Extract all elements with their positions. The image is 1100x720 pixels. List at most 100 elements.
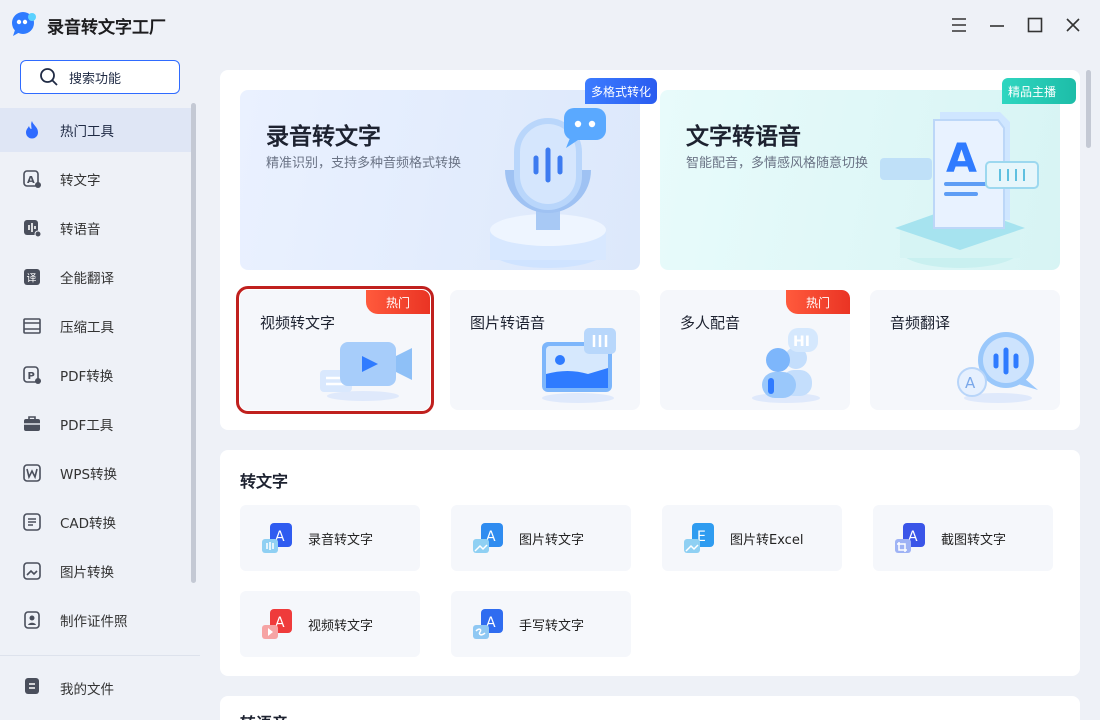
tool-image-to-text[interactable]: A 图片转文字 [451, 505, 631, 571]
svg-text:HI: HI [793, 334, 810, 350]
tool-label: 图片转Excel [730, 532, 804, 548]
sidebar-item-to-voice[interactable]: 转语音 [0, 206, 192, 250]
sidebar-item-label: PDF工具 [60, 418, 114, 434]
sidebar-item-label: CAD转换 [60, 516, 117, 532]
to-voice-section: 转语音 [220, 696, 1080, 720]
hero-subtitle: 智能配音，多情感风格随意切换 [686, 156, 869, 171]
app-title: 录音转文字工厂 [47, 18, 166, 38]
tool-label: 截图转文字 [941, 532, 1007, 548]
menu-icon[interactable] [946, 12, 972, 38]
tool-video-to-text[interactable]: A 视频转文字 [240, 591, 420, 657]
close-icon[interactable] [1060, 12, 1086, 38]
svg-text:译: 译 [27, 273, 37, 285]
toolbox-icon [22, 414, 42, 434]
hero-audio-to-text[interactable]: 录音转文字 精准识别，支持多种音频格式转换 [240, 90, 640, 270]
hero-title: 录音转文字 [266, 124, 381, 150]
tool-screenshot-to-text[interactable]: A 截图转文字 [873, 505, 1053, 571]
tile-title: 视频转文字 [260, 314, 336, 332]
sidebar-item-label: 全能翻译 [60, 271, 114, 287]
audio-file-a-icon: A [262, 523, 292, 553]
text-convert-icon: A [22, 169, 42, 189]
section-title: 转文字 [240, 472, 289, 491]
sidebar-item-label: 压缩工具 [60, 320, 114, 336]
svg-text:A: A [946, 136, 977, 182]
tool-label: 视频转文字 [308, 618, 374, 634]
pdf-convert-icon: P [22, 365, 42, 385]
title-bar: 录音转文字工厂 [0, 0, 1100, 50]
video-file-a-icon: A [262, 609, 292, 639]
my-files-button[interactable]: 我的文件 [0, 666, 200, 710]
svg-text:P: P [28, 371, 35, 382]
hero-subtitle: 精准识别，支持多种音频格式转换 [266, 156, 462, 171]
sidebar-item-cad-convert[interactable]: CAD转换 [0, 500, 192, 544]
sidebar-item-label: PDF转换 [60, 369, 114, 385]
my-files-label: 我的文件 [60, 682, 114, 698]
search-button[interactable]: 搜索功能 [20, 60, 180, 94]
app-logo-icon [12, 12, 36, 36]
svg-text:A: A [965, 374, 976, 392]
search-label: 搜索功能 [69, 71, 122, 87]
sidebar-item-label: 热门工具 [60, 124, 114, 140]
hero-title: 文字转语音 [686, 124, 801, 150]
sidebar-nav: 热门工具 A 转文字 转语音 译 全能翻译 压缩工具 P PDF转换 PDF工具… [0, 108, 192, 647]
tile-audio-translate[interactable]: 音频翻译 A [870, 290, 1060, 410]
tile-video-to-text[interactable]: 视频转文字 热门 [236, 286, 434, 414]
wps-icon [22, 463, 42, 483]
sidebar-item-image-convert[interactable]: 图片转换 [0, 549, 192, 593]
sidebar-item-label: 制作证件照 [60, 614, 128, 630]
maximize-icon[interactable] [1022, 12, 1048, 38]
svg-text:A: A [27, 175, 35, 186]
sidebar-item-pdf-convert[interactable]: P PDF转换 [0, 353, 192, 397]
sidebar-item-compress[interactable]: 压缩工具 [0, 304, 192, 348]
tool-image-to-excel[interactable]: E 图片转Excel [662, 505, 842, 571]
sidebar-item-label: 转文字 [60, 173, 101, 189]
tile-image-to-speech[interactable]: 图片转语音 [450, 290, 640, 410]
sidebar-item-translate[interactable]: 译 全能翻译 [0, 255, 192, 299]
handwriting-file-a-icon: A [473, 609, 503, 639]
sidebar-item-label: 图片转换 [60, 565, 114, 581]
hero-text-to-speech[interactable]: 文字转语音 智能配音，多情感风格随意切换 A [660, 90, 1060, 270]
sidebar-scrollbar[interactable] [191, 103, 196, 583]
sidebar-item-id-photo[interactable]: 制作证件照 [0, 598, 192, 642]
sidebar-item-wps-convert[interactable]: WPS转换 [0, 451, 192, 495]
flame-icon [22, 120, 42, 140]
tile-title: 音频翻译 [890, 314, 951, 332]
section-title: 转语音 [240, 710, 288, 720]
featured-card: 录音转文字 精准识别，支持多种音频格式转换 多格式转化 文字转语音 智能配音，多… [220, 70, 1080, 430]
to-text-section: 转文字 A 录音转文字 A 图片转文字 E 图片转Excel A 截图转文字 A… [220, 450, 1080, 676]
tool-label: 图片转文字 [519, 532, 585, 548]
file-icon [22, 676, 42, 700]
tool-audio-to-text[interactable]: A 录音转文字 [240, 505, 420, 571]
image-audio-icon [542, 328, 616, 403]
main-scrollbar[interactable] [1086, 70, 1091, 148]
image-file-a-icon: A [473, 523, 503, 553]
sidebar-item-to-text[interactable]: A 转文字 [0, 157, 192, 201]
sidebar-item-hot-tools[interactable]: 热门工具 [0, 108, 192, 152]
tile-multi-voice[interactable]: 多人配音 热门 HI [660, 290, 850, 410]
tool-label: 手写转文字 [519, 618, 585, 634]
sidebar-divider [0, 655, 200, 656]
excel-file-icon: E [684, 523, 714, 553]
crop-file-a-icon: A [895, 523, 925, 553]
sidebar-item-label: 转语音 [60, 222, 101, 238]
sidebar-item-pdf-tools[interactable]: PDF工具 [0, 402, 192, 446]
sidebar-item-label: WPS转换 [60, 467, 118, 483]
document-a-icon: A [880, 112, 1039, 268]
cad-icon [22, 512, 42, 532]
tile-title: 多人配音 [680, 314, 741, 332]
tool-label: 录音转文字 [308, 532, 374, 548]
sidebar: 搜索功能 热门工具 A 转文字 转语音 译 全能翻译 压缩工具 P PDF转换 … [0, 50, 200, 720]
hot-badge: 热门 [366, 290, 430, 314]
tool-handwriting-to-text[interactable]: A 手写转文字 [451, 591, 631, 657]
voice-convert-icon [22, 218, 42, 238]
hero-badge: 精品主播 [1002, 78, 1076, 104]
compress-icon [22, 316, 42, 336]
chat-bubble-voice-icon: A [957, 332, 1038, 403]
id-photo-icon [22, 610, 42, 630]
hero-badge: 多格式转化 [585, 78, 657, 104]
image-convert-icon [22, 561, 42, 581]
search-icon [40, 68, 58, 86]
people-hi-icon: HI [752, 328, 820, 403]
main-content: 录音转文字 精准识别，支持多种音频格式转换 多格式转化 文字转语音 智能配音，多… [200, 50, 1100, 720]
minimize-icon[interactable] [984, 12, 1010, 38]
